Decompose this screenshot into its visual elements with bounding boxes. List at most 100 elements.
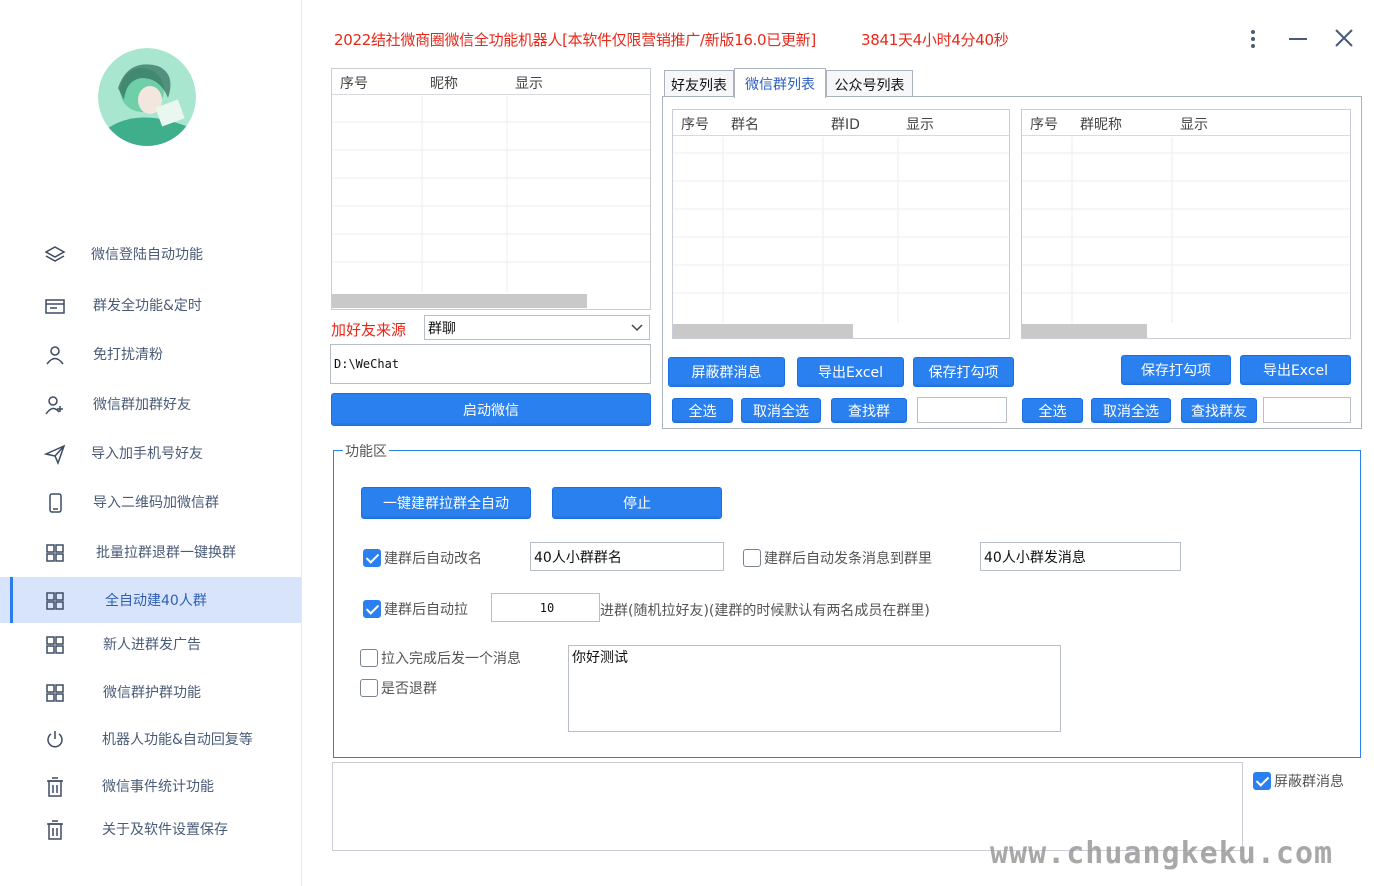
stop-button[interactable]: 停止 <box>552 487 722 519</box>
checkbox-box <box>1253 772 1271 790</box>
avatar <box>98 48 196 146</box>
column-header[interactable]: 序号 <box>681 114 709 134</box>
sidebar-item-label: 微信群加群好友 <box>93 397 191 413</box>
uptime-counter: 3841天4小时4分40秒 <box>861 31 1009 49</box>
horizontal-scrollbar[interactable] <box>332 294 587 308</box>
source-label: 加好友来源 <box>331 321 407 339</box>
trash-icon <box>44 776 66 798</box>
sidebar-item-label: 机器人功能&自动回复等 <box>102 732 253 748</box>
send-icon <box>43 443 66 466</box>
auto-pull-label: 建群后自动拉 <box>384 602 468 618</box>
deselect-all-groups-button[interactable]: 取消全选 <box>741 398 821 423</box>
export-members-excel-button[interactable]: 导出Excel <box>1240 355 1351 385</box>
column-header[interactable]: 群名 <box>731 114 759 134</box>
source-select[interactable]: 群聊 <box>424 315 650 340</box>
sidebar-item[interactable]: 微信事件统计功能 <box>0 763 301 809</box>
layers-icon <box>44 244 66 266</box>
sidebar-item[interactable]: 导入加手机号好友 <box>0 430 301 476</box>
group-message-input[interactable]: 40人小群发消息 <box>980 542 1181 571</box>
minimize-icon[interactable] <box>1287 28 1309 50</box>
sidebar-item-label: 导入二维码加微信群 <box>93 495 219 511</box>
grid-icon <box>44 542 66 564</box>
watermark: www.chuangkeku.com <box>990 836 1334 871</box>
user-add-icon <box>44 394 66 416</box>
mute-log-checkbox[interactable]: 屏蔽群消息 <box>1253 771 1344 791</box>
mute-log-label: 屏蔽群消息 <box>1274 774 1344 790</box>
group-grid[interactable]: 序号 群名 群ID 显示 <box>672 109 1010 339</box>
more-menu-icon[interactable] <box>1243 28 1263 50</box>
friends-grid-header: 序号 昵称 显示 <box>332 69 650 95</box>
after-pull-message-textarea[interactable]: 你好测试 <box>568 645 1061 732</box>
sidebar-item[interactable]: 免打扰清粉 <box>0 331 301 377</box>
select-all-members-button[interactable]: 全选 <box>1022 398 1083 423</box>
member-grid[interactable]: 序号 群昵称 显示 <box>1021 109 1351 339</box>
chevron-down-icon <box>631 324 643 332</box>
grid-icon <box>44 590 66 612</box>
sidebar-item[interactable]: 微信群护群功能 <box>0 669 301 715</box>
wechat-path-input[interactable]: D:\WeChat <box>330 344 651 384</box>
sidebar-item[interactable]: 群发全功能&定时 <box>0 282 301 328</box>
friends-grid[interactable]: 序号 昵称 显示 <box>331 68 651 310</box>
after-pull-message-label: 拉入完成后发一个消息 <box>381 651 521 667</box>
active-indicator <box>10 577 13 623</box>
export-groups-excel-button[interactable]: 导出Excel <box>797 357 904 387</box>
deselect-all-members-button[interactable]: 取消全选 <box>1091 398 1171 423</box>
tab-friends[interactable]: 好友列表 <box>664 70 734 98</box>
close-icon[interactable] <box>1333 27 1355 49</box>
tab-official-accounts[interactable]: 公众号列表 <box>826 70 913 98</box>
column-header[interactable]: 昵称 <box>430 73 458 93</box>
quit-group-checkbox[interactable]: 是否退群 <box>360 678 437 698</box>
sidebar-item[interactable]: 机器人功能&自动回复等 <box>0 716 301 762</box>
find-member-button[interactable]: 查找群友 <box>1181 398 1257 423</box>
sidebar-item-label: 关于及软件设置保存 <box>102 822 228 838</box>
checkbox-box <box>360 679 378 697</box>
after-pull-message-checkbox[interactable]: 拉入完成后发一个消息 <box>360 648 521 668</box>
auto-create-pull-button[interactable]: 一键建群拉群全自动 <box>361 487 531 519</box>
sidebar: 微信登陆自动功能群发全功能&定时 免打扰清粉微信群加群好友导入加手机号好友导入二维… <box>0 0 302 886</box>
sidebar-item[interactable]: 新人进群发广告 <box>0 621 301 667</box>
find-group-button[interactable]: 查找群 <box>831 398 907 423</box>
sidebar-item[interactable]: 批量拉群退群一键换群 <box>0 529 301 575</box>
sidebar-item[interactable]: 关于及软件设置保存 <box>0 806 301 852</box>
source-selected-value: 群聊 <box>428 320 456 337</box>
select-all-groups-button[interactable]: 全选 <box>672 398 733 423</box>
auto-pull-count-input[interactable]: 10 <box>491 593 600 622</box>
sidebar-item[interactable]: 导入二维码加微信群 <box>0 479 301 525</box>
friends-grid-lines <box>332 96 650 292</box>
horizontal-scrollbar[interactable] <box>673 324 853 338</box>
column-header[interactable]: 序号 <box>340 73 368 93</box>
find-group-input[interactable] <box>917 397 1007 423</box>
auto-send-message-label: 建群后自动发条消息到群里 <box>764 551 932 567</box>
column-header[interactable]: 显示 <box>906 114 934 134</box>
column-header[interactable]: 序号 <box>1030 114 1058 134</box>
auto-pull-checkbox[interactable]: 建群后自动拉 <box>363 599 468 619</box>
sidebar-item-label: 微信群护群功能 <box>103 685 201 701</box>
grid-icon <box>44 634 66 656</box>
auto-rename-checkbox[interactable]: 建群后自动改名 <box>363 548 482 568</box>
quit-group-label: 是否退群 <box>381 681 437 697</box>
column-header[interactable]: 群ID <box>831 114 860 134</box>
sidebar-item-label: 微信登陆自动功能 <box>91 247 203 263</box>
group-name-input[interactable]: 40人小群群名 <box>530 542 724 571</box>
column-header[interactable]: 群昵称 <box>1080 114 1122 134</box>
sidebar-item[interactable]: 微信登陆自动功能 <box>0 231 301 277</box>
member-grid-header: 序号 群昵称 显示 <box>1022 110 1350 136</box>
auto-send-message-checkbox[interactable]: 建群后自动发条消息到群里 <box>743 548 932 568</box>
window-title: 2022结社微商圈微信全功能机器人[本软件仅限营销推广/新版16.0已更新] <box>334 31 816 49</box>
column-header[interactable]: 显示 <box>515 73 543 93</box>
mute-group-messages-button[interactable]: 屏蔽群消息 <box>668 357 785 387</box>
start-wechat-button[interactable]: 启动微信 <box>331 393 651 426</box>
sidebar-item-label: 批量拉群退群一键换群 <box>96 545 236 561</box>
checkbox-box <box>360 649 378 667</box>
tab-groups[interactable]: 微信群列表 <box>734 68 826 98</box>
save-checked-groups-button[interactable]: 保存打勾项 <box>913 357 1014 387</box>
group-grid-header: 序号 群名 群ID 显示 <box>673 110 1009 136</box>
checkbox-box <box>363 600 381 618</box>
power-icon <box>44 729 66 751</box>
find-member-input[interactable] <box>1263 397 1351 423</box>
save-checked-members-button[interactable]: 保存打勾项 <box>1121 355 1231 385</box>
horizontal-scrollbar[interactable] <box>1022 324 1147 338</box>
sidebar-item[interactable]: 全自动建40人群 <box>0 577 301 623</box>
column-header[interactable]: 显示 <box>1180 114 1208 134</box>
sidebar-item[interactable]: 微信群加群好友 <box>0 381 301 427</box>
